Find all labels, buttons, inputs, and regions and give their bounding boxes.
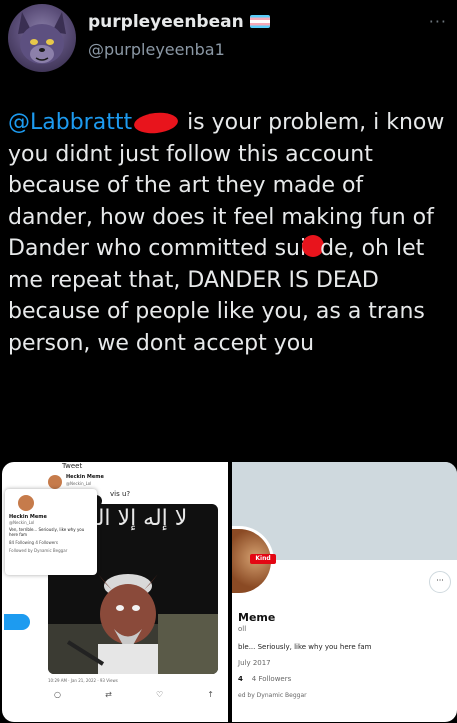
ss-mini-name: Heckin Meme: [66, 474, 104, 480]
mention-link[interactable]: @Labbrattt: [8, 110, 132, 135]
media-image-left[interactable]: Tweet Heckin Meme @Neckin_Lol Follow vis…: [2, 462, 228, 722]
ss-card-handle: @Neckin_Lol: [9, 520, 35, 525]
ss-card-bio: Ven, terrible... Seriously, like why you…: [9, 527, 85, 537]
ss-timestamp: 10:29 AM · Jan 21, 2022 · 93 Views: [48, 678, 118, 683]
ss-mini-avatar: [48, 475, 62, 489]
ss-mini-handle: @Neckin_Lol: [66, 481, 92, 486]
display-name[interactable]: purpleyeenbean: [88, 12, 270, 32]
ss-card-stats: 84 Following 4 Followers: [9, 540, 58, 545]
display-name-text: purpleyeenbean: [88, 12, 244, 32]
ss-card-followed-by: Followed by Dynamic Beggar: [9, 548, 68, 553]
rs-profile-stats: 4 4 Followers: [238, 675, 291, 683]
ss-card-avatar: [18, 495, 34, 511]
trans-flag-icon: [249, 15, 270, 28]
redaction-mark: [133, 110, 180, 136]
rs-kinder-logo: Kind: [250, 554, 276, 564]
tweet-text: @Labbrattt is your problem, i know you d…: [8, 107, 452, 359]
rs-profile-bio: ble... Seriously, like why you here fam: [238, 643, 372, 651]
more-icon[interactable]: ···: [429, 12, 447, 31]
user-handle[interactable]: @purpleyeenba1: [88, 40, 225, 59]
share-icon: ↑: [207, 690, 214, 699]
ss-snippet: vis u?: [110, 490, 131, 498]
rs-joined-date: July 2017: [238, 659, 271, 667]
rs-followed-by: ed by Dynamic Beggar: [238, 692, 307, 699]
rs-profile-handle: oll: [238, 625, 247, 633]
like-icon: ♡: [155, 690, 164, 699]
tweet-header: purpleyeenbean @purpleyeenba1 ···: [0, 0, 457, 82]
ss-blue-button: [4, 614, 30, 630]
reply-icon: ○: [54, 690, 61, 699]
retweet-icon: ⇄: [105, 690, 112, 699]
rs-followers-count: 4 Followers: [251, 675, 292, 683]
media-image-right[interactable]: Kind ··· Meme oll ble... Seriously, like…: [232, 462, 457, 722]
ss-tweet-header: Tweet: [62, 462, 83, 470]
rs-more-icon: ···: [429, 571, 451, 593]
ss-profile-card: Heckin Meme @Neckin_Lol Ven, terrible...…: [5, 489, 97, 575]
rs-following-count: 4: [238, 675, 243, 683]
avatar[interactable]: [8, 4, 76, 72]
wolf-avatar-icon: [18, 12, 66, 64]
ss-action-bar: ○ ⇄ ♡ ↑: [54, 690, 214, 699]
rs-profile-name: Meme: [238, 611, 276, 624]
